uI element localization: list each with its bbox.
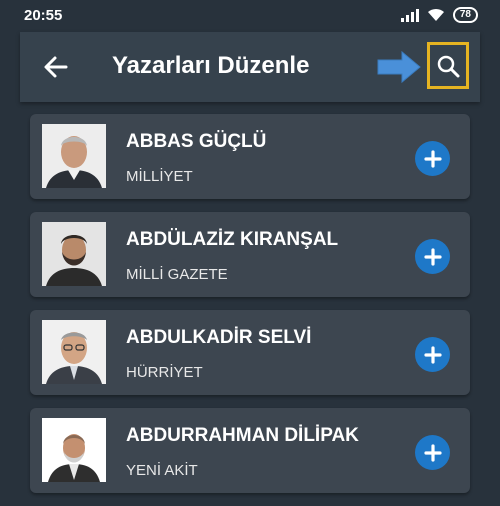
status-icons: 78	[400, 7, 478, 23]
author-photo	[42, 320, 106, 384]
author-list: ABBAS GÜÇLÜ MİLLİYET ABDÜLAZİZ KIRANŞAL …	[30, 114, 470, 506]
wifi-icon	[427, 8, 444, 21]
plus-icon	[423, 247, 442, 266]
author-name: ABDULKADİR SELVİ	[126, 327, 312, 348]
author-name: ABDURRAHMAN DİLİPAK	[126, 425, 359, 446]
author-card[interactable]: ABDULKADİR SELVİ HÜRRİYET	[30, 310, 470, 395]
add-author-button[interactable]	[415, 141, 450, 176]
author-photo	[42, 418, 106, 482]
signal-icon	[400, 8, 419, 22]
author-photo	[42, 222, 106, 286]
author-name: ABDÜLAZİZ KIRANŞAL	[126, 229, 339, 250]
status-time: 20:55	[24, 7, 63, 24]
battery-indicator: 78	[452, 7, 478, 23]
arrow-right-icon	[377, 50, 421, 84]
search-button[interactable]	[427, 42, 469, 89]
author-card[interactable]: ABBAS GÜÇLÜ MİLLİYET	[30, 114, 470, 199]
arrow-left-icon	[44, 56, 68, 78]
author-card[interactable]: ABDURRAHMAN DİLİPAK YENİ AKİT	[30, 408, 470, 493]
author-photo	[42, 124, 106, 188]
author-newspaper: MİLLİYET	[126, 168, 193, 185]
author-newspaper: YENİ AKİT	[126, 462, 198, 479]
status-bar: 20:55 78	[0, 0, 500, 32]
app-bar: Yazarları Düzenle	[20, 32, 480, 102]
author-name: ABBAS GÜÇLÜ	[126, 131, 267, 152]
plus-icon	[423, 149, 442, 168]
plus-icon	[423, 443, 442, 462]
author-newspaper: MİLLİ GAZETE	[126, 266, 228, 283]
author-newspaper: HÜRRİYET	[126, 364, 203, 381]
author-card[interactable]: ABDÜLAZİZ KIRANŞAL MİLLİ GAZETE	[30, 212, 470, 297]
add-author-button[interactable]	[415, 239, 450, 274]
add-author-button[interactable]	[415, 337, 450, 372]
search-icon	[437, 55, 460, 77]
back-button[interactable]	[42, 53, 70, 81]
page-title: Yazarları Düzenle	[112, 52, 310, 79]
add-author-button[interactable]	[415, 435, 450, 470]
plus-icon	[423, 345, 442, 364]
